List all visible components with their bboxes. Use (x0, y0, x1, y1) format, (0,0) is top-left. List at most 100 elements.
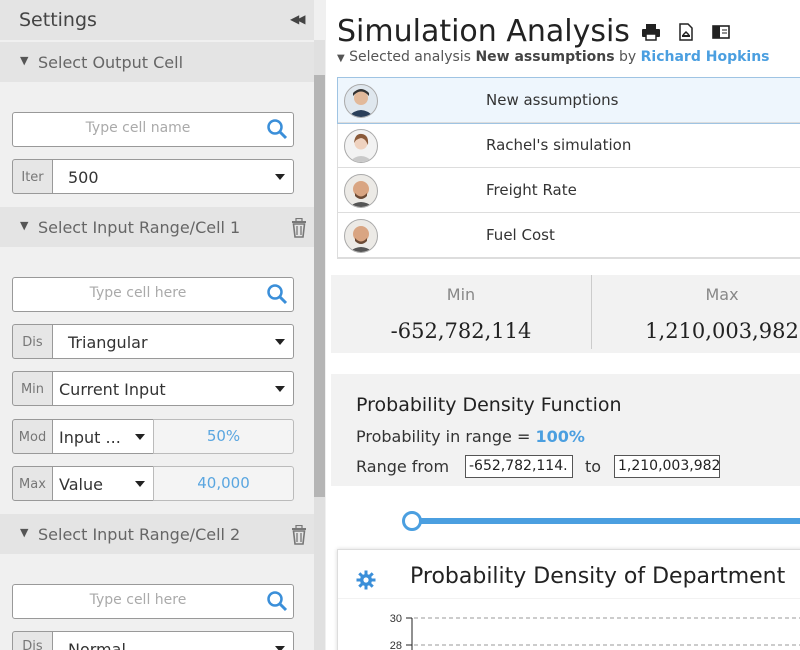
selected-analysis-line: ▼ Selected analysis New assumptions by R… (337, 49, 770, 65)
min-row: Min Current Input (12, 371, 294, 406)
analysis-item[interactable]: Freight Rate (338, 168, 800, 213)
analysis-item[interactable]: Fuel Cost (338, 213, 800, 258)
chart-title: Probability Density of Department (410, 564, 786, 589)
sidebar-header: Settings ◀◀ (0, 0, 314, 40)
input-section-1-header[interactable]: ▼ Select Input Range/Cell 1 (0, 207, 314, 247)
probability-label: Probability in range = (356, 427, 531, 446)
subtitle-by: by (619, 49, 637, 65)
analysis-name: Fuel Cost (486, 226, 555, 244)
analysis-item[interactable]: New assumptions (337, 77, 800, 124)
range-from-input[interactable]: -652,782,114. (465, 455, 573, 478)
distribution-2-select[interactable]: Normal (52, 631, 294, 650)
max-select[interactable]: Value (52, 466, 154, 501)
output-section-header[interactable]: ▼ Select Output Cell (0, 42, 314, 82)
iterations-select[interactable]: 500 (52, 159, 294, 194)
avatar (344, 129, 378, 163)
trash-icon[interactable] (290, 218, 308, 238)
min-value: Current Input (59, 380, 166, 399)
iter-tag: Iter (12, 159, 53, 194)
print-icon[interactable] (641, 23, 661, 41)
input-1-cell-placeholder: Type cell here (89, 285, 187, 301)
sidebar-scrollbar[interactable] (314, 75, 325, 497)
distribution-value: Triangular (68, 333, 148, 352)
dist-2-tag: Dis (12, 631, 53, 650)
title-toolbar (641, 23, 741, 45)
distribution-2-row: Dis Normal (12, 631, 294, 650)
analysis-name: New assumptions (486, 91, 619, 109)
mode-value: Input ... (59, 428, 121, 447)
density-chart-card: Probability Density of Department 30 28 (337, 549, 800, 650)
distribution-row: Dis Triangular (12, 324, 294, 359)
pdf-panel: Probability Density Function Probability… (331, 374, 800, 486)
trash-icon[interactable] (290, 525, 308, 545)
avatar (344, 174, 378, 208)
chevron-down-icon (275, 386, 285, 392)
mod-tag: Mod (12, 419, 53, 454)
analysis-author-link[interactable]: Richard Hopkins (641, 49, 770, 65)
mode-select[interactable]: Input ... (52, 419, 154, 454)
chevron-down-icon (135, 434, 145, 440)
distribution-select[interactable]: Triangular (52, 324, 294, 359)
chevron-down-icon (275, 174, 285, 180)
max-label: Max (705, 285, 739, 304)
mode-percent-input[interactable]: 50% (153, 419, 294, 454)
caret-down-icon[interactable]: ▼ (337, 53, 345, 64)
avatar (344, 219, 378, 253)
output-section-label: Select Output Cell (38, 53, 184, 72)
mode-row: Mod Input ... 50% (12, 419, 294, 454)
export-document-icon[interactable] (676, 23, 696, 41)
input-2-cell-placeholder: Type cell here (89, 592, 187, 608)
min-value: -652,782,114 (390, 319, 532, 343)
min-stat: Min -652,782,114 (331, 275, 591, 353)
search-icon[interactable] (266, 283, 288, 305)
search-icon[interactable] (266, 118, 288, 140)
probability-line: Probability in range = 100% (356, 427, 585, 446)
iterations-row: Iter 500 (12, 159, 294, 194)
max-tag: Max (12, 466, 53, 501)
iterations-value: 500 (68, 168, 99, 187)
max-amount-input[interactable]: 40,000 (153, 466, 294, 501)
range-slider-handle[interactable] (402, 511, 422, 531)
input-section-2-label: Select Input Range/Cell 2 (38, 525, 241, 544)
input-2-cell-input[interactable]: Type cell here (12, 584, 294, 619)
min-tag: Min (12, 371, 53, 406)
range-slider-track[interactable] (412, 518, 800, 524)
max-value: Value (59, 475, 103, 494)
dist-tag: Dis (12, 324, 53, 359)
chevron-down-icon (275, 646, 285, 650)
input-1-cell-input[interactable]: Type cell here (12, 277, 294, 312)
density-plot: 30 28 (338, 598, 800, 650)
chevron-down-icon (275, 339, 285, 345)
pdf-title: Probability Density Function (356, 394, 622, 416)
main-panel: Simulation Analysis ▼ Selected analysis … (326, 0, 800, 650)
caret-down-icon: ▼ (20, 526, 29, 539)
min-label: Min (446, 285, 476, 304)
book-icon[interactable] (711, 23, 731, 41)
max-stat: Max 1,210,003,982 (592, 275, 800, 353)
input-section-2-header[interactable]: ▼ Select Input Range/Cell 2 (0, 514, 314, 554)
page-title: Simulation Analysis (337, 14, 630, 49)
settings-sidebar: Settings ◀◀ ▼ Select Output Cell Type ce… (0, 0, 326, 650)
caret-down-icon: ▼ (20, 219, 29, 232)
min-select[interactable]: Current Input (52, 371, 294, 406)
output-cell-placeholder: Type cell name (85, 120, 191, 136)
subtitle-prefix: Selected analysis (349, 49, 471, 65)
avatar (344, 84, 378, 118)
analysis-item[interactable]: Rachel's simulation (338, 123, 800, 168)
range-from-label: Range from (356, 457, 450, 476)
output-cell-input[interactable]: Type cell name (12, 112, 294, 147)
min-max-panel: Min -652,782,114 Max 1,210,003,982 (331, 275, 800, 353)
caret-down-icon: ▼ (20, 54, 29, 67)
analysis-name: Freight Rate (486, 181, 577, 199)
gear-icon[interactable] (356, 570, 376, 590)
y-tick-label: 28 (390, 640, 402, 650)
probability-value: 100% (535, 427, 585, 446)
collapse-sidebar-icon[interactable]: ◀◀ (290, 12, 306, 26)
analysis-list: New assumptions Rachel's simulation Frei… (337, 77, 800, 259)
y-tick-label: 30 (390, 613, 402, 625)
range-to-input[interactable]: 1,210,003,982 (614, 455, 720, 478)
input-section-1-label: Select Input Range/Cell 1 (38, 218, 241, 237)
analysis-name: Rachel's simulation (486, 136, 632, 154)
range-to-label: to (585, 457, 602, 476)
search-icon[interactable] (266, 590, 288, 612)
